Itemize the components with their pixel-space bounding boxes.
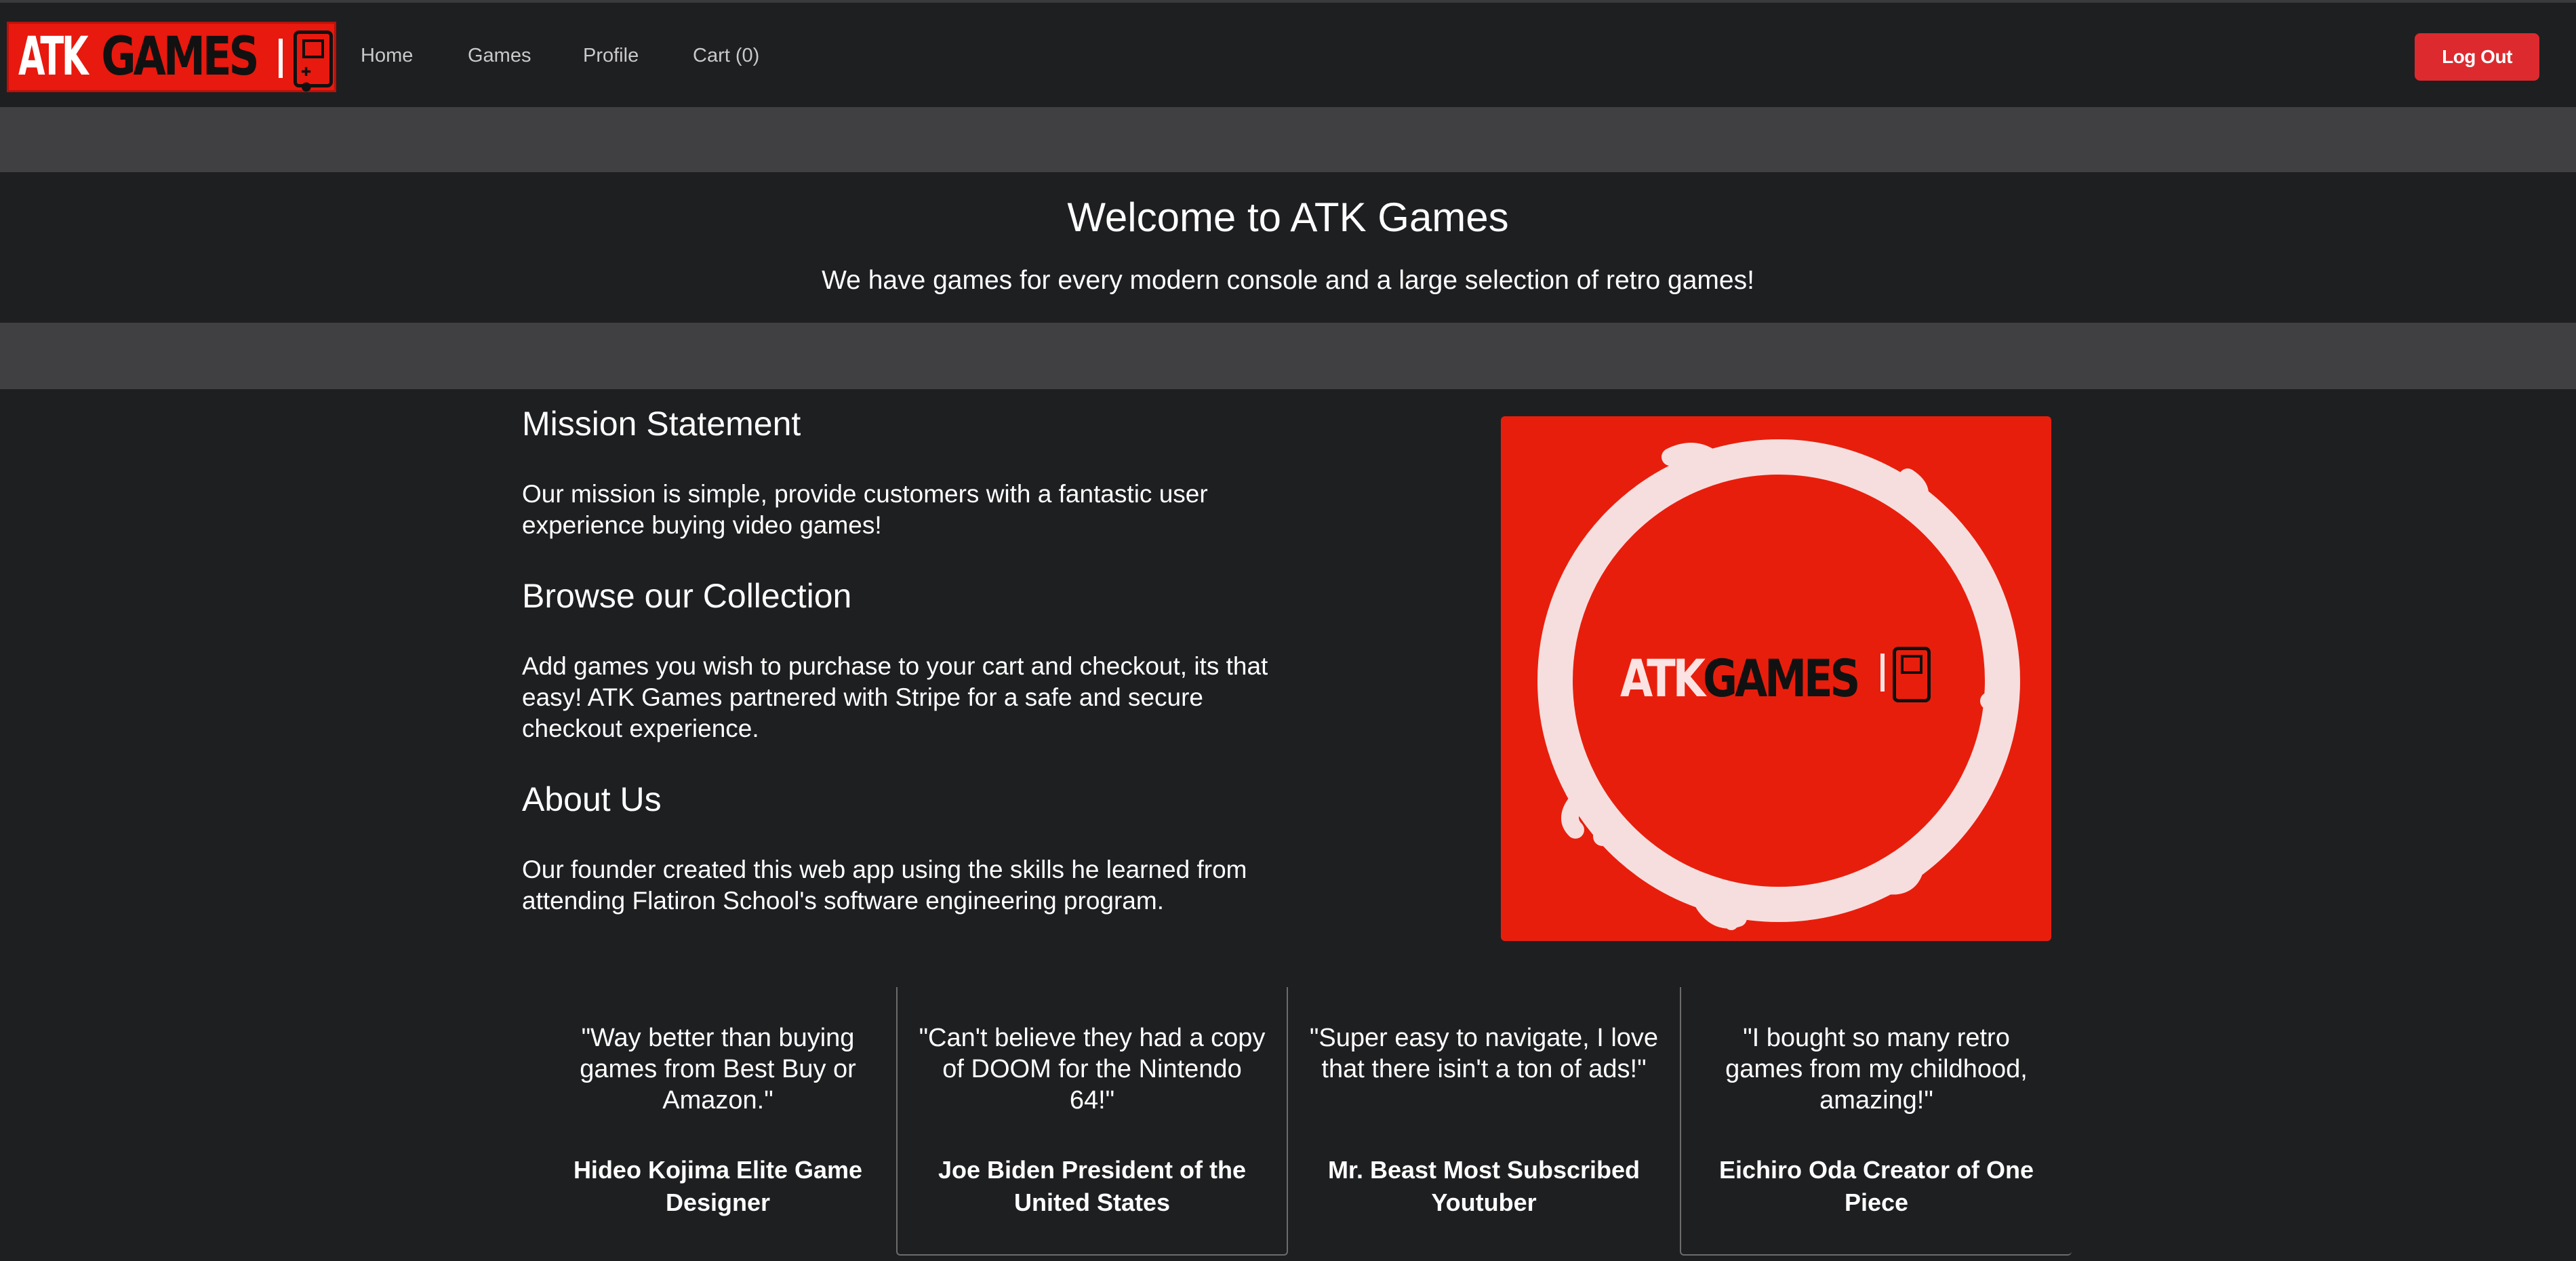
hero-atk-text: ATK [1620, 648, 1706, 708]
testimonial-card: "I bought so many retro games from my ch… [1680, 987, 2072, 1256]
handheld-console-icon: ✚ ● [294, 31, 333, 94]
bottom-band [0, 323, 2576, 389]
hero-logo-image: ATKGAMES [1501, 416, 2051, 941]
testimonial-author: Eichiro Oda Creator of One Piece [1718, 1156, 2034, 1216]
atk-games-logo[interactable]: ATK GAMES ✚ ● [7, 22, 336, 94]
testimonial-card: "Way better than buying games from Best … [522, 987, 914, 1256]
hero-logo-divider [1880, 654, 1885, 692]
logo-divider [279, 39, 283, 78]
logo-games-text: GAMES [101, 26, 259, 87]
testimonial-quote: "I bought so many retro games from my ch… [1725, 1024, 2028, 1115]
about-body: Our founder created this web app using t… [522, 856, 1247, 915]
handheld-console-icon [1893, 647, 1931, 702]
welcome-title: Welcome to ATK Games [1067, 195, 1509, 240]
testimonial-author: Mr. Beast Most Subscribed Youtuber [1327, 1156, 1641, 1216]
about-heading: About Us [522, 780, 662, 818]
top-band [0, 107, 2576, 172]
logo-wordmark: ATK GAMES [18, 26, 260, 87]
nav-home-link[interactable]: Home [361, 45, 413, 67]
testimonial-quote: "Can't believe they had a copy of DOOM f… [919, 1024, 1266, 1115]
testimonial-author: Joe Biden President of the United States [938, 1156, 1247, 1216]
testimonial-card: "Super easy to navigate, I love that the… [1288, 987, 1680, 1256]
nav-cart-link[interactable]: Cart (0) [693, 45, 759, 67]
browse-body: Add games you wish to purchase to your c… [522, 652, 1268, 742]
nav-profile-link[interactable]: Profile [583, 45, 639, 67]
testimonials-row: "Way better than buying games from Best … [522, 987, 2072, 1261]
welcome-subtitle: We have games for every modern console a… [822, 266, 1754, 295]
browse-heading: Browse our Collection [522, 577, 852, 615]
testimonial-quote: "Super easy to navigate, I love that the… [1309, 1024, 1659, 1083]
logo-atk-text: ATK [18, 26, 89, 87]
logout-button[interactable]: Log Out [2415, 33, 2539, 81]
mission-body: Our mission is simple, provide customers… [522, 480, 1208, 539]
testimonial-author: Hideo Kojima Elite Game Designer [573, 1156, 863, 1216]
mission-heading: Mission Statement [522, 405, 801, 443]
hero-games-text: GAMES [1702, 648, 1860, 708]
testimonial-card: "Can't believe they had a copy of DOOM f… [896, 987, 1288, 1256]
testimonial-quote: "Way better than buying games from Best … [580, 1024, 856, 1115]
nav-games-link[interactable]: Games [468, 45, 531, 67]
hero-wordmark: ATKGAMES [1620, 648, 1860, 708]
navbar: ATK GAMES ✚ ● Home Games Profile Cart (0)… [0, 0, 2576, 107]
